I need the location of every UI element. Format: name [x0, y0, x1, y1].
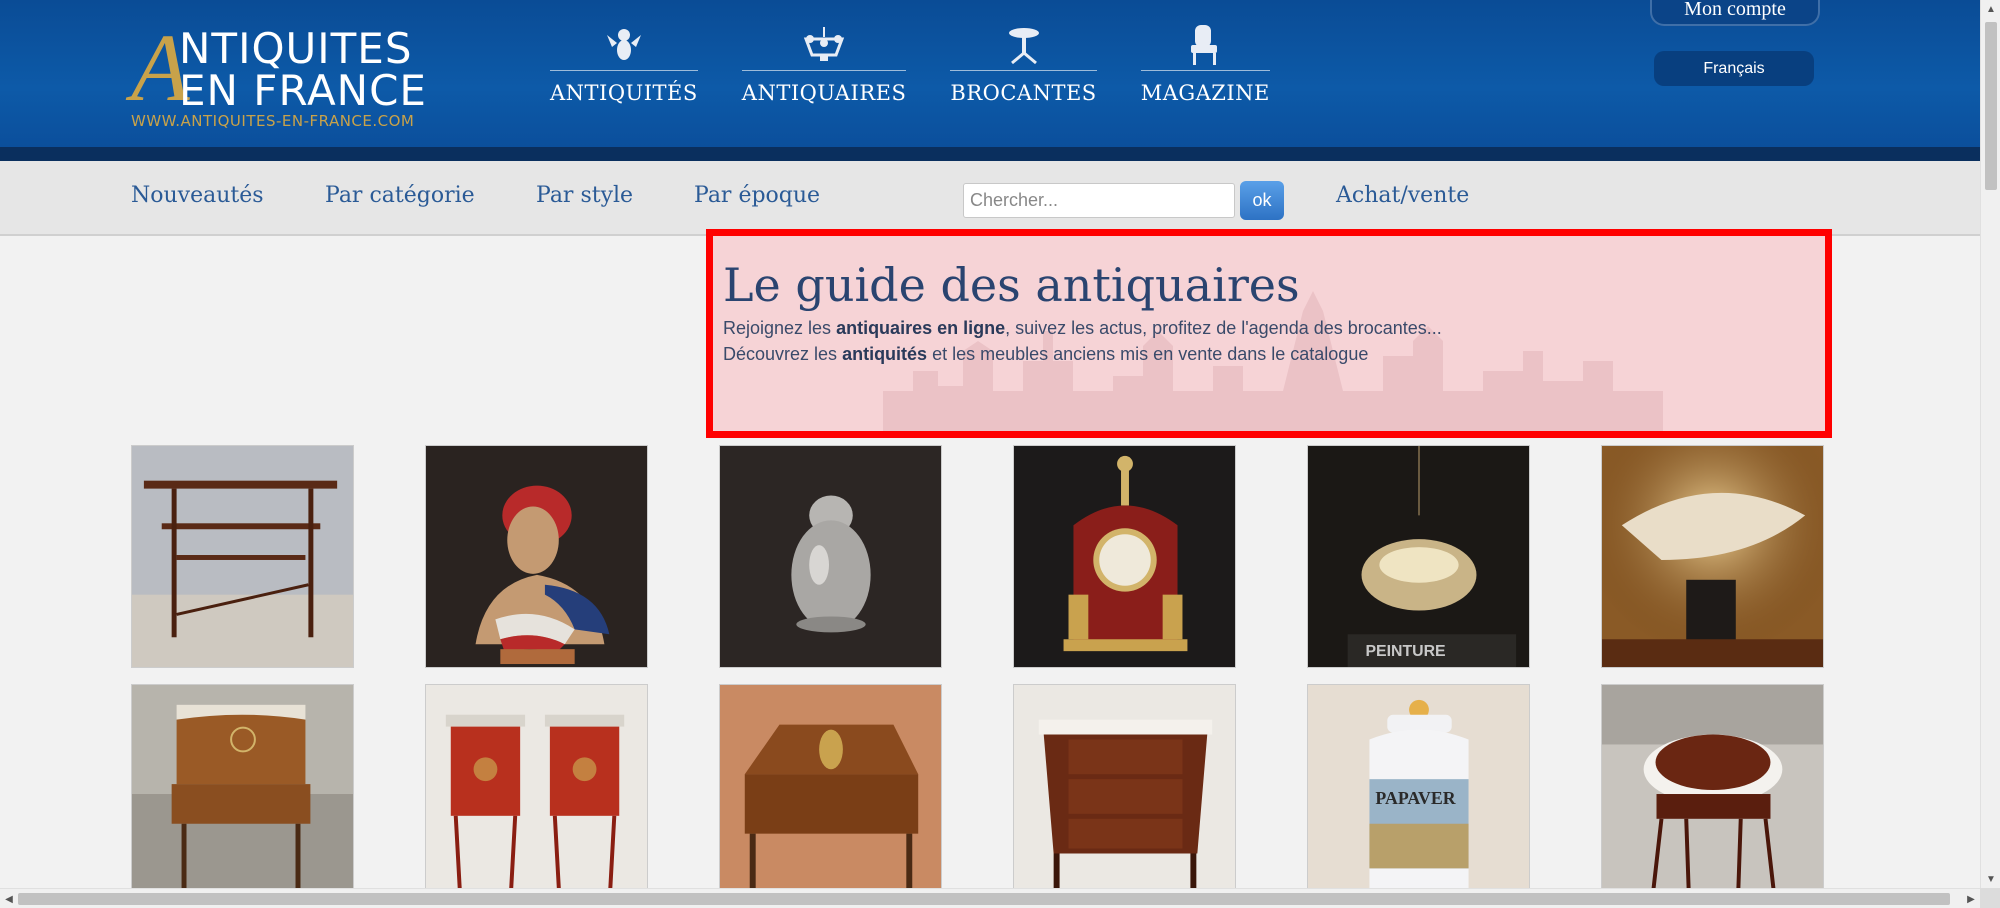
product-thumb-demilune-commode[interactable] [1013, 684, 1236, 907]
product-thumb-text: PAPAVER [1375, 788, 1456, 808]
vertical-scrollbar[interactable]: ▲ ▼ [1980, 0, 2000, 888]
pedestal-table-icon [1001, 22, 1047, 68]
nav-label: ANTIQUAIRES [741, 81, 907, 105]
nav-label: ANTIQUITÉS [550, 81, 698, 105]
chandelier-icon [801, 22, 847, 68]
vertical-scroll-thumb[interactable] [1985, 22, 1997, 190]
nav-item-antiquaires[interactable]: ANTIQUAIRES [741, 22, 907, 105]
product-thumb-marianne-bust[interactable] [425, 445, 648, 668]
hero-text-1: Rejoignez les antiquaires en ligne, suiv… [723, 318, 1442, 339]
account-button[interactable]: Mon compte [1650, 0, 1820, 26]
subnav-nouveautes[interactable]: Nouveautés [131, 183, 264, 208]
nav-label: BROCANTES [950, 81, 1097, 105]
search-submit-button[interactable]: ok [1240, 181, 1284, 220]
hero-link-antiquites[interactable]: antiquités [842, 344, 927, 364]
hero-text-1-post: , suivez les actus, profitez de l'agenda… [1005, 318, 1442, 338]
site-header: A NTIQUITES EN FRANCE WWW.ANTIQUITES-EN-… [0, 0, 1980, 161]
product-thumb-slant-front-desk[interactable] [719, 684, 942, 907]
hero-text-2-post: et les meubles anciens mis en vente dans… [927, 344, 1369, 364]
product-thumb-round-side-table[interactable] [1601, 684, 1824, 907]
nav-rule [741, 70, 907, 71]
product-thumb-serving-trolley[interactable] [131, 445, 354, 668]
search-input[interactable] [963, 183, 1235, 218]
hero-text-2: Découvrez les antiquités et les meubles … [723, 344, 1368, 365]
language-button[interactable]: Français [1654, 51, 1814, 86]
logo-line-1: NTIQUITES [179, 24, 413, 73]
subnav-par-style[interactable]: Par style [536, 183, 633, 208]
product-thumb-boulle-clock[interactable] [1013, 445, 1236, 668]
logo-url: WWW.ANTIQUITES-EN-FRANCE.COM [131, 112, 415, 130]
nav-item-brocantes[interactable]: BROCANTES [950, 22, 1097, 105]
nav-rule [1140, 70, 1270, 71]
product-thumb-text: PEINTURE [1365, 643, 1445, 660]
scroll-down-arrow-icon[interactable]: ▼ [1981, 870, 2000, 888]
cherub-icon [601, 22, 647, 68]
product-thumb-red-nightstands[interactable] [425, 684, 648, 907]
nav-rule [950, 70, 1097, 71]
horizontal-scrollbar[interactable]: ◀ ▶ [0, 888, 1980, 908]
logo-line-2: EN FRANCE [179, 66, 427, 115]
scrollbar-corner [1980, 888, 2000, 908]
hero-banner: Le guide des antiquaires Rejoignez les a… [706, 229, 1832, 438]
nav-rule [550, 70, 698, 71]
secondary-nav: Nouveautés Par catégorie Par style Par é… [0, 161, 1980, 236]
product-thumb-dome-lamp[interactable] [1601, 445, 1824, 668]
product-thumb-silver-figurine[interactable] [719, 445, 942, 668]
scroll-left-arrow-icon[interactable]: ◀ [0, 889, 18, 908]
subnav-par-epoque[interactable]: Par époque [694, 183, 820, 208]
subnav-par-categorie[interactable]: Par catégorie [325, 183, 475, 208]
subnav-achat-vente[interactable]: Achat/vente [1336, 183, 1469, 208]
product-thumb-cylinder-desk[interactable] [131, 684, 354, 907]
main-nav: ANTIQUITÉS ANTIQUAIRES BROCANTES MAGAZIN… [550, 22, 1270, 105]
hero-title: Le guide des antiquaires [723, 258, 1300, 312]
hero-text-2-pre: Découvrez les [723, 344, 843, 364]
product-thumb-crystal-pendant-light[interactable]: PEINTURE [1307, 445, 1530, 668]
hero-text-1-pre: Rejoignez les [723, 318, 837, 338]
nav-label: MAGAZINE [1140, 81, 1270, 105]
scroll-up-arrow-icon[interactable]: ▲ [1981, 0, 2000, 18]
nav-item-antiquites[interactable]: ANTIQUITÉS [550, 22, 698, 105]
product-thumb-apothecary-jar[interactable]: PAPAVER [1307, 684, 1530, 907]
armchair-icon [1182, 22, 1228, 68]
hero-link-antiquaires[interactable]: antiquaires en ligne [836, 318, 1005, 338]
scroll-right-arrow-icon[interactable]: ▶ [1962, 889, 1980, 908]
horizontal-scroll-thumb[interactable] [18, 893, 1950, 905]
site-logo[interactable]: A NTIQUITES EN FRANCE WWW.ANTIQUITES-EN-… [131, 20, 441, 134]
nav-item-magazine[interactable]: MAGAZINE [1140, 22, 1270, 105]
